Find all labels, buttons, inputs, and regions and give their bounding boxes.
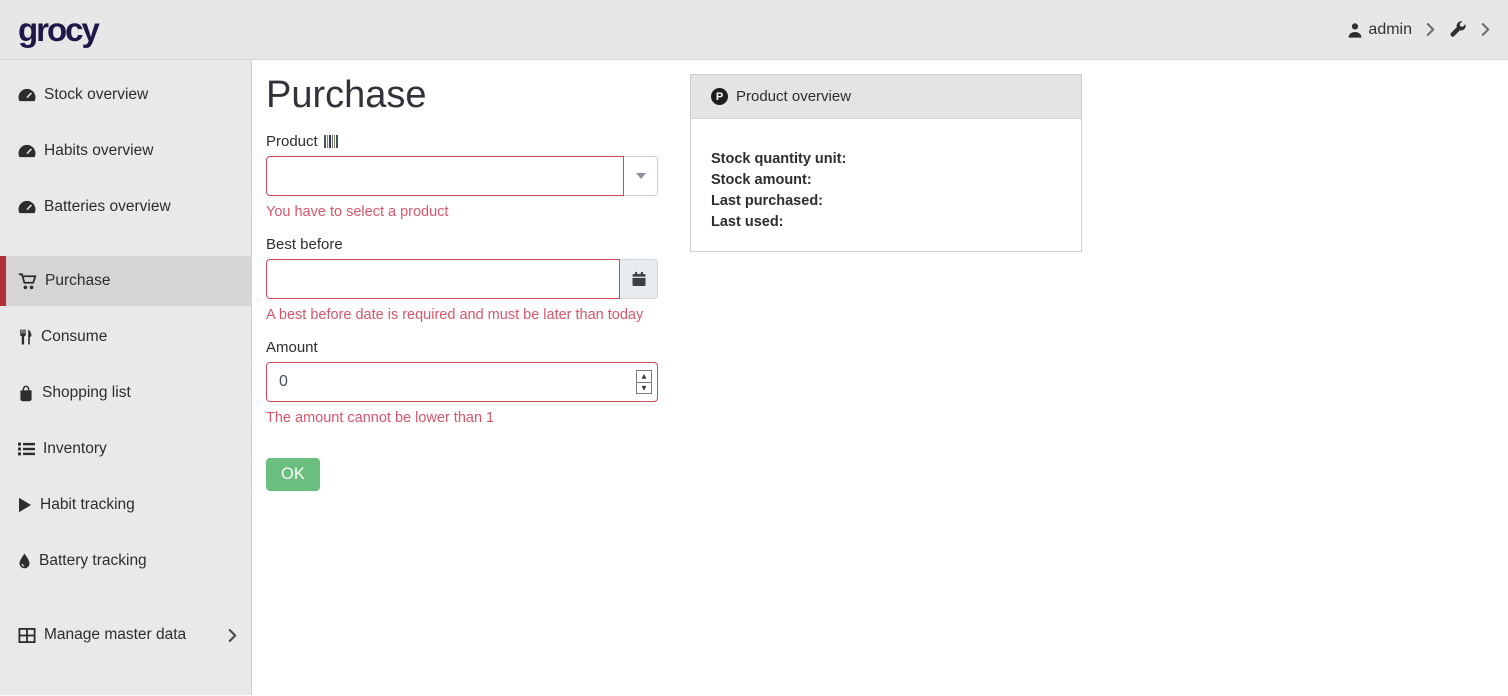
last-purchased-row: Last purchased: bbox=[711, 191, 1061, 212]
chevron-right-icon[interactable] bbox=[1481, 23, 1490, 36]
sidebar-item-batteries-overview[interactable]: Batteries overview bbox=[0, 182, 251, 232]
sidebar-item-label: Manage master data bbox=[44, 626, 186, 644]
sidebar-item-label: Consume bbox=[41, 328, 107, 346]
purchase-form: Purchase Product You h bbox=[266, 74, 658, 695]
app-logo[interactable]: grocy bbox=[18, 11, 98, 49]
sidebar-item-shopping-list[interactable]: Shopping list bbox=[0, 368, 251, 418]
sidebar-item-habits-overview[interactable]: Habits overview bbox=[0, 126, 251, 176]
best-before-input[interactable] bbox=[266, 259, 620, 299]
main-content: Purchase Product You h bbox=[252, 60, 1508, 695]
amount-input-group: ▲ ▼ bbox=[266, 362, 658, 402]
sidebar-item-battery-tracking[interactable]: Battery tracking bbox=[0, 536, 251, 586]
amount-input[interactable] bbox=[266, 362, 658, 402]
chevron-right-icon[interactable] bbox=[1426, 23, 1435, 36]
best-before-input-group bbox=[266, 259, 658, 299]
sidebar-item-label: Battery tracking bbox=[39, 552, 147, 570]
product-input[interactable] bbox=[266, 156, 624, 196]
user-menu[interactable]: admin bbox=[1347, 21, 1412, 39]
spinner-up-icon[interactable]: ▲ bbox=[637, 371, 651, 383]
amount-field: Amount ▲ ▼ The amount cannot be lower th… bbox=[266, 339, 658, 426]
ok-button[interactable]: OK bbox=[266, 458, 320, 491]
chevron-right-icon bbox=[228, 629, 237, 642]
sidebar-item-label: Habit tracking bbox=[40, 496, 135, 514]
product-input-group bbox=[266, 156, 658, 196]
sidebar-item-habit-tracking[interactable]: Habit tracking bbox=[0, 480, 251, 530]
gauge-icon bbox=[18, 200, 36, 214]
product-overview-header: P Product overview bbox=[691, 75, 1081, 119]
sidebar-item-inventory[interactable]: Inventory bbox=[0, 424, 251, 474]
sidebar-item-label: Inventory bbox=[43, 440, 107, 458]
best-before-field: Best before A best before date is requir… bbox=[266, 236, 658, 323]
sidebar-item-label: Stock overview bbox=[44, 86, 148, 104]
user-icon bbox=[1347, 22, 1363, 38]
header-actions: admin bbox=[1347, 21, 1490, 39]
amount-error: The amount cannot be lower than 1 bbox=[266, 410, 658, 426]
wrench-icon[interactable] bbox=[1449, 21, 1467, 39]
sidebar-item-consume[interactable]: Consume bbox=[0, 312, 251, 362]
best-before-error: A best before date is required and must … bbox=[266, 307, 658, 323]
spinner-down-icon[interactable]: ▼ bbox=[637, 383, 651, 394]
product-overview-body: Stock quantity unit: Stock amount: Last … bbox=[691, 119, 1081, 251]
sidebar-item-label: Habits overview bbox=[44, 142, 153, 160]
sidebar-item-manage-master-data[interactable]: Manage master data bbox=[0, 610, 251, 660]
number-spinner: ▲ ▼ bbox=[636, 370, 652, 394]
product-label: Product bbox=[266, 133, 658, 150]
stock-quantity-unit-row: Stock quantity unit: bbox=[711, 149, 1061, 170]
product-overview-title: Product overview bbox=[736, 88, 851, 105]
caret-down-icon bbox=[636, 173, 646, 179]
gauge-icon bbox=[18, 144, 36, 158]
utensils-icon bbox=[18, 329, 33, 345]
product-dropdown-toggle[interactable] bbox=[624, 156, 658, 196]
sidebar-nav: Stock overview Habits overview Batteries… bbox=[0, 60, 252, 695]
sidebar-item-label: Purchase bbox=[45, 272, 110, 290]
product-field: Product You have to select a product bbox=[266, 133, 658, 220]
sidebar-item-label: Batteries overview bbox=[44, 198, 171, 216]
sidebar-item-purchase[interactable]: Purchase bbox=[0, 256, 251, 306]
sidebar-item-stock-overview[interactable]: Stock overview bbox=[0, 70, 251, 120]
droplet-icon bbox=[18, 553, 31, 569]
amount-label: Amount bbox=[266, 339, 658, 356]
shopping-bag-icon bbox=[18, 385, 34, 402]
date-picker-button[interactable] bbox=[620, 259, 658, 299]
last-used-row: Last used: bbox=[711, 212, 1061, 233]
stock-amount-row: Stock amount: bbox=[711, 170, 1061, 191]
table-icon bbox=[18, 628, 36, 643]
top-header: grocy admin bbox=[0, 0, 1508, 60]
product-overview-card: P Product overview Stock quantity unit: … bbox=[690, 74, 1082, 252]
gauge-icon bbox=[18, 88, 36, 102]
product-error: You have to select a product bbox=[266, 204, 658, 220]
list-icon bbox=[18, 442, 35, 456]
play-icon bbox=[18, 497, 32, 513]
cart-icon bbox=[18, 273, 37, 290]
calendar-icon bbox=[631, 271, 647, 287]
product-overview-icon: P bbox=[711, 88, 728, 105]
username: admin bbox=[1368, 21, 1412, 39]
sidebar-item-label: Shopping list bbox=[42, 384, 131, 402]
barcode-icon bbox=[324, 135, 338, 148]
best-before-label: Best before bbox=[266, 236, 658, 253]
page-title: Purchase bbox=[266, 74, 658, 117]
